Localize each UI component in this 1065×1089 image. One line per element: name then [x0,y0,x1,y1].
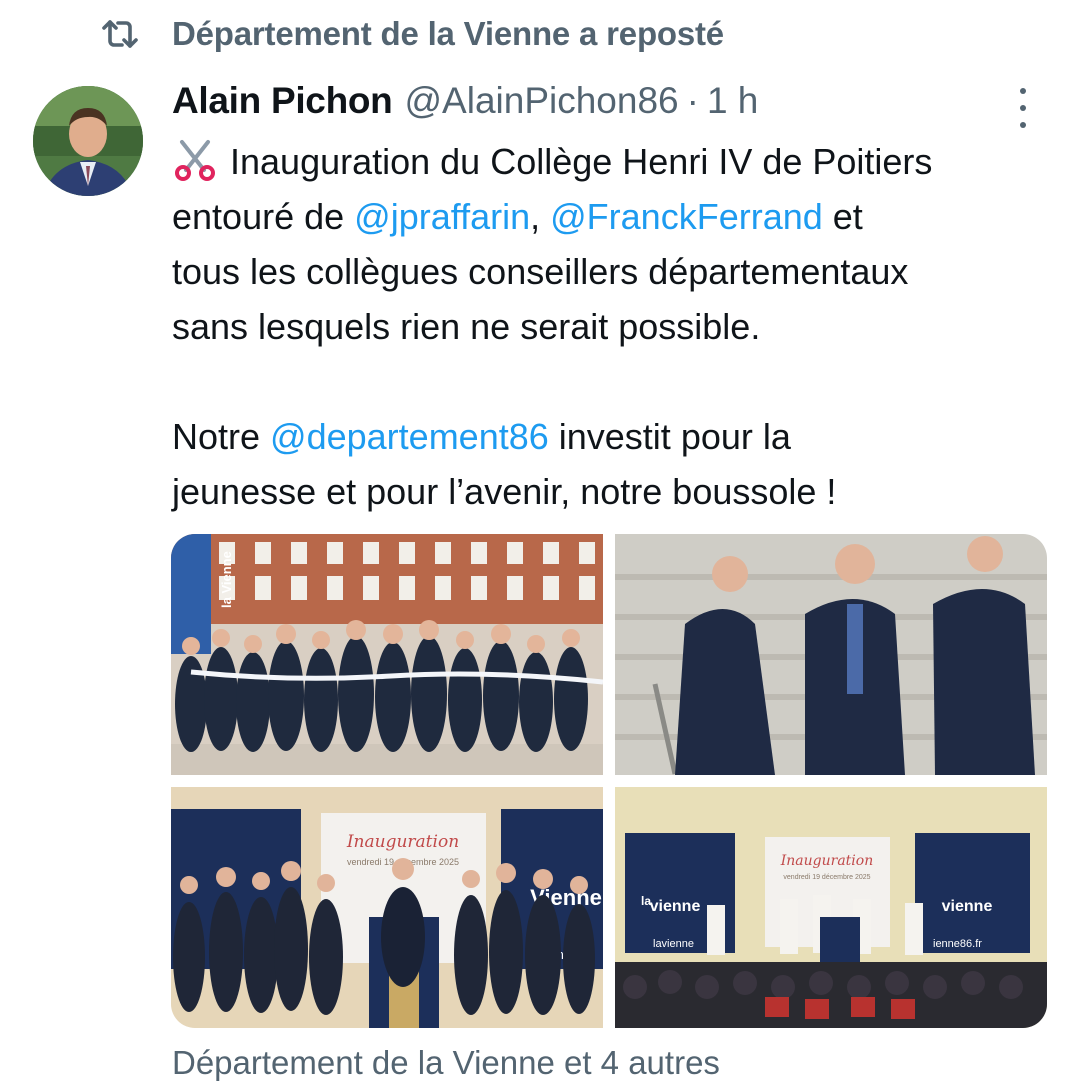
tweet-text-segment: Inauguration du Collège Henri IV de Poit… [230,141,933,182]
repost-context: Département de la Vienne a reposté [98,12,724,56]
tweet-text-segment: investit pour la [548,416,791,457]
media-photo-ribbon-cutting[interactable]: la Vienne [171,534,603,775]
avatar[interactable] [33,86,143,196]
timestamp[interactable]: 1 h [707,80,758,122]
sign-title: Inauguration [346,832,459,852]
tweet-line-4: sans lesquels rien ne serait possible. [172,306,761,347]
tweet-line-6: jeunesse et pour l’avenir, notre boussol… [172,471,837,512]
banner-text: vienne [650,898,701,915]
media-photo-stairs[interactable] [615,534,1047,775]
tweet-text-segment: et [822,196,863,237]
media-photo-podium[interactable]: Inauguration vendredi 19 décembre 2025 V… [171,787,603,1028]
banner-url-right: ienne86.fr [933,938,982,950]
tweet-line-2: entouré de @jpraffarin, @FranckFerrand e… [172,189,1052,244]
media-grid: la Vienne Inauguration vendredi 19 décem… [171,534,1047,1028]
media-photo-stage[interactable]: Inauguration vendredi 19 décembre 2025 l… [615,787,1047,1028]
mention-link-franckferrand[interactable]: @FranckFerrand [550,196,823,237]
tweet-text-segment: entouré de [172,196,355,237]
tweet-line-3: tous les collègues conseillers départeme… [172,251,909,292]
scissors-icon [172,136,218,182]
banner-url-left: lavienne [653,938,694,950]
sign-title: Inauguration [780,853,873,869]
tweet-text: Inauguration du Collège Henri IV de Poit… [172,134,1052,519]
author-name[interactable]: Alain Pichon [172,80,393,122]
tweet-text-segment: , [530,196,551,237]
mention-link-departement86[interactable]: @departement86 [270,416,549,457]
tweet-header: Alain Pichon @AlainPichon86 · 1 h [172,80,758,122]
tweet-text-segment: Notre [172,416,271,457]
repost-label[interactable]: Département de la Vienne a reposté [172,15,724,53]
sign-subtitle: vendredi 19 décembre 2025 [783,874,870,881]
tweet-line-5: Notre @departement86 investit pour la [172,409,1052,464]
mention-link-jpraffarin[interactable]: @jpraffarin [354,196,530,237]
more-vertical-icon[interactable] [1008,88,1038,128]
tweet-line-1: Inauguration du Collège Henri IV de Poit… [172,134,1052,189]
repost-icon [98,12,142,56]
separator-dot: · [686,80,699,121]
banner-text-right: vienne [942,898,993,915]
banner-text: la Vienne [219,551,234,608]
author-handle[interactable]: @AlainPichon86 [404,80,678,122]
social-context[interactable]: Département de la Vienne et 4 autres [172,1044,720,1082]
